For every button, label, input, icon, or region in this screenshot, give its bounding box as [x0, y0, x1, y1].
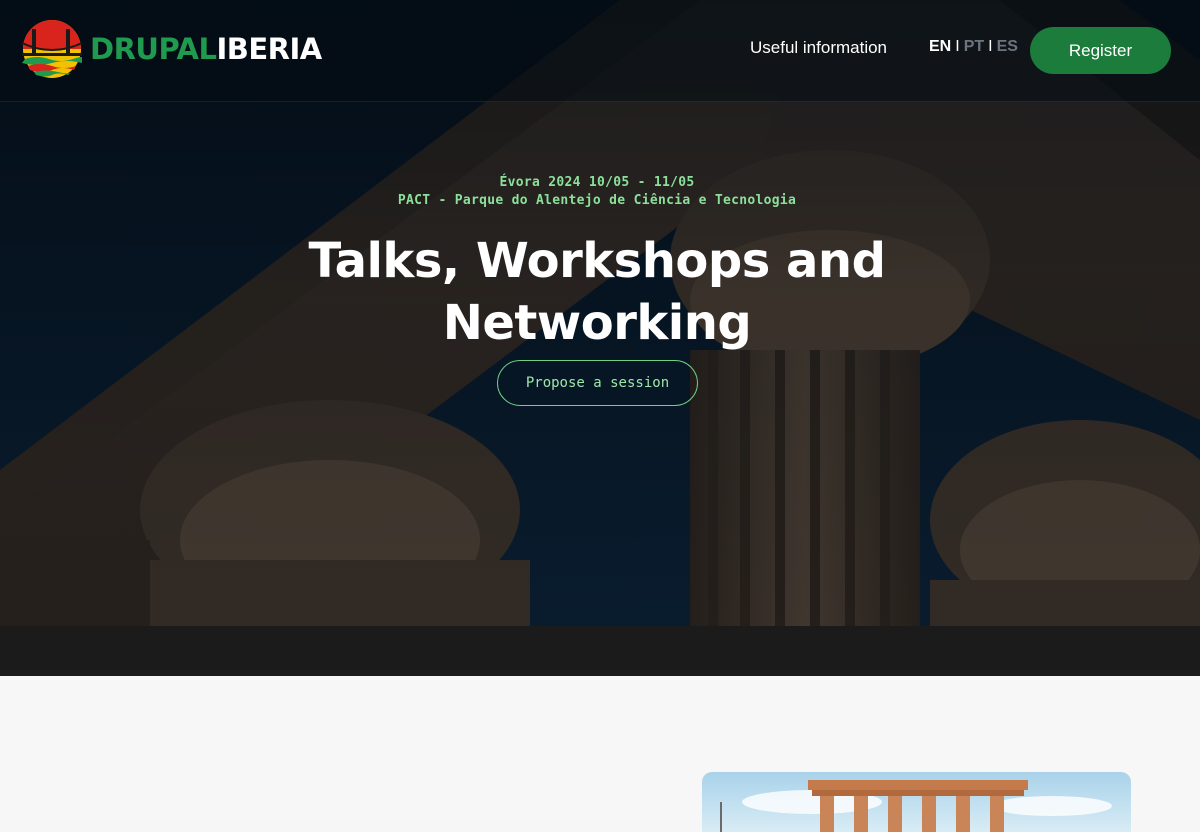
evora-temple-photo [702, 772, 1131, 832]
lang-separator: I [955, 38, 960, 55]
hero-title: Talks, Workshops and Networking [300, 230, 894, 354]
register-button[interactable]: Register [1030, 27, 1171, 74]
propose-session-button[interactable]: Propose a session [497, 360, 698, 406]
event-info: Évora 2024 10/05 - 11/05 PACT - Parque d… [0, 174, 1194, 210]
lang-separator: I [988, 38, 993, 55]
site-header: DRUPALIBERIA Useful information EN I PT … [0, 0, 1200, 102]
lang-es[interactable]: ES [997, 38, 1018, 56]
lang-pt[interactable]: PT [964, 38, 984, 56]
hero-title-line-1: Talks, Workshops and [308, 233, 886, 289]
site-logo[interactable]: DRUPALIBERIA [22, 18, 322, 80]
logo-word-drupal: DRUPAL [90, 32, 217, 66]
nav-useful-information[interactable]: Useful information [750, 38, 887, 58]
hero-section: DRUPALIBERIA Useful information EN I PT … [0, 0, 1200, 626]
content-section [0, 676, 1200, 832]
event-date: Évora 2024 10/05 - 11/05 [499, 175, 695, 190]
logo-word-iberia: IBERIA [216, 32, 322, 66]
drupal-iberia-bridge-logo-icon [22, 20, 82, 78]
hero-title-line-2: Networking [442, 295, 752, 351]
dark-band [0, 626, 1200, 676]
evora-temple-image [702, 772, 1131, 832]
language-switcher: EN I PT I ES [929, 38, 1018, 56]
lang-en[interactable]: EN [929, 38, 951, 56]
logo-wordmark: DRUPALIBERIA [90, 32, 322, 66]
event-venue: PACT - Parque do Alentejo de Ciência e T… [397, 193, 797, 208]
